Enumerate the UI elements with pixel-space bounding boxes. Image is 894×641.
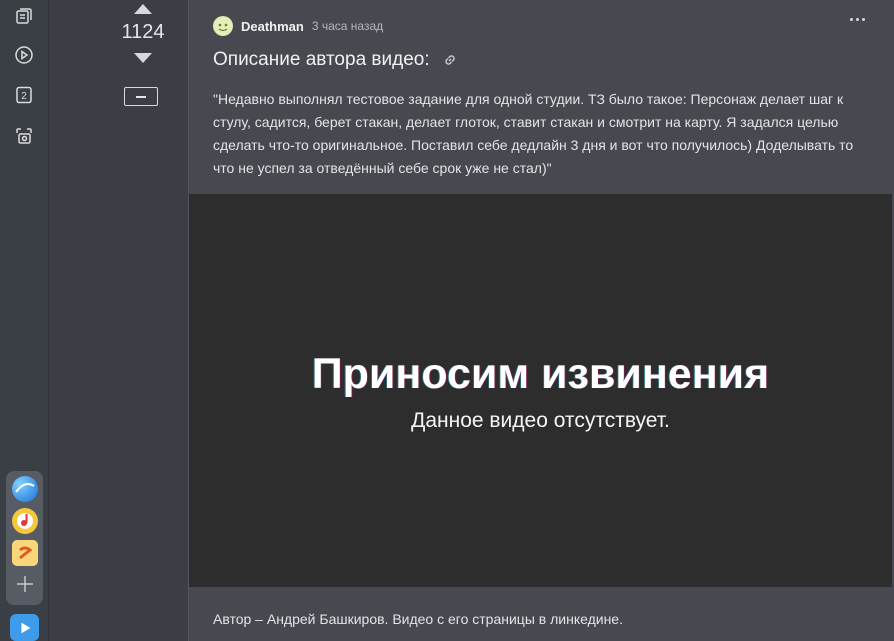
app-window: 2 1124 Deathman 3 часа назад Описание ав…	[0, 0, 894, 641]
messenger-app-icon[interactable]	[10, 614, 39, 641]
minus-icon	[136, 95, 146, 98]
collections-icon[interactable]	[12, 4, 36, 28]
avatar[interactable]	[213, 16, 233, 36]
post-card: Deathman 3 часа назад Описание автора ви…	[188, 0, 894, 641]
screenshot-icon[interactable]	[12, 124, 36, 148]
post-title: Описание автора видео:	[213, 49, 458, 71]
vote-column: 1124	[49, 0, 188, 641]
more-options-icon[interactable]	[850, 18, 865, 21]
post-title-text[interactable]: Описание автора видео:	[213, 49, 430, 71]
link-icon[interactable]	[442, 52, 458, 68]
post-body-text: "Недавно выполнял тестовое задание для о…	[213, 91, 854, 176]
upvote-arrow-icon[interactable]	[134, 4, 152, 14]
add-icon[interactable]	[12, 571, 38, 597]
video-error-title: Приносим извинения	[311, 350, 770, 398]
downvote-arrow-icon[interactable]	[134, 53, 152, 63]
post-header: Deathman 3 часа назад	[213, 16, 383, 36]
badge-number: 2	[21, 91, 27, 102]
music-app-icon[interactable]	[12, 508, 38, 534]
post-footer-text: Автор – Андрей Башкиров. Видео с его стр…	[213, 611, 623, 627]
apps-panel	[6, 471, 43, 605]
vote-count: 1124	[121, 21, 165, 43]
video-error-subtitle: Данное видео отсутствует.	[411, 409, 670, 432]
browser-sidebar: 2	[0, 0, 49, 641]
collapse-button[interactable]	[124, 87, 158, 106]
notes-app-icon[interactable]	[12, 540, 38, 566]
video-player[interactable]: Приносим извинения Данное видео отсутств…	[189, 194, 892, 587]
post-timestamp[interactable]: 3 часа назад	[312, 19, 383, 33]
globe-app-icon[interactable]	[12, 476, 38, 502]
play-icon[interactable]	[12, 43, 36, 67]
two-icon[interactable]: 2	[12, 83, 36, 107]
author-name[interactable]: Deathman	[241, 19, 304, 34]
